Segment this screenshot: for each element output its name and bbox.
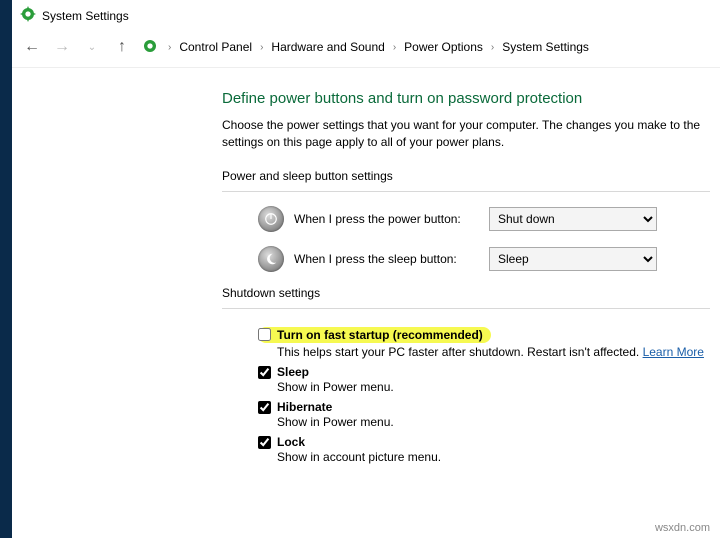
power-button-select[interactable]: Shut down xyxy=(489,207,657,231)
sleep-label: Sleep xyxy=(277,365,309,379)
breadcrumb-control-panel[interactable]: Control Panel xyxy=(175,38,256,56)
lock-sub: Show in account picture menu. xyxy=(277,450,710,464)
divider xyxy=(222,191,710,192)
hibernate-sub: Show in Power menu. xyxy=(277,415,710,429)
chevron-right-icon: › xyxy=(168,42,171,53)
fast-startup-label: Turn on fast startup (recommended) xyxy=(277,328,483,342)
breadcrumb-hardware-sound[interactable]: Hardware and Sound xyxy=(267,38,388,56)
page-description: Choose the power settings that you want … xyxy=(222,117,710,151)
learn-more-link[interactable]: Learn More xyxy=(643,345,704,359)
power-button-label: When I press the power button: xyxy=(294,212,479,226)
sleep-button-icon xyxy=(258,246,284,272)
up-button[interactable]: ↑ xyxy=(112,37,132,57)
chevron-right-icon: › xyxy=(491,42,494,53)
divider xyxy=(222,308,710,309)
hibernate-label: Hibernate xyxy=(277,400,332,414)
lock-checkbox[interactable] xyxy=(258,436,271,449)
chevron-right-icon: › xyxy=(260,42,263,53)
forward-button[interactable]: → xyxy=(52,37,72,57)
fast-startup-checkbox[interactable] xyxy=(258,328,271,341)
lock-label: Lock xyxy=(277,435,305,449)
breadcrumb-system-settings[interactable]: System Settings xyxy=(498,38,593,56)
power-options-icon xyxy=(142,38,158,57)
sleep-button-label: When I press the sleep button: xyxy=(294,252,479,266)
lock-row: Lock xyxy=(258,435,710,449)
back-button[interactable]: ← xyxy=(22,37,42,57)
chevron-right-icon: › xyxy=(393,42,396,53)
page-title: Define power buttons and turn on passwor… xyxy=(222,90,710,107)
hibernate-row: Hibernate xyxy=(258,400,710,414)
power-button-icon xyxy=(258,206,284,232)
button-settings-label: Power and sleep button settings xyxy=(222,169,710,183)
watermark: wsxdn.com xyxy=(655,522,710,534)
fast-startup-row: Turn on fast startup (recommended) xyxy=(258,327,491,343)
sleep-button-select[interactable]: Sleep xyxy=(489,247,657,271)
shutdown-settings-label: Shutdown settings xyxy=(222,286,710,300)
system-settings-icon xyxy=(20,6,36,25)
recent-dropdown[interactable]: ⌄ xyxy=(82,37,102,57)
breadcrumb: › Control Panel › Hardware and Sound › P… xyxy=(168,38,593,56)
hibernate-checkbox[interactable] xyxy=(258,401,271,414)
fast-startup-sub: This helps start your PC faster after sh… xyxy=(277,345,710,359)
breadcrumb-power-options[interactable]: Power Options xyxy=(400,38,487,56)
sleep-checkbox[interactable] xyxy=(258,366,271,379)
sleep-row: Sleep xyxy=(258,365,710,379)
window-title: System Settings xyxy=(42,9,129,23)
navigation-bar: ← → ⌄ ↑ › Control Panel › Hardware and S… xyxy=(12,31,720,68)
sleep-sub: Show in Power menu. xyxy=(277,380,710,394)
